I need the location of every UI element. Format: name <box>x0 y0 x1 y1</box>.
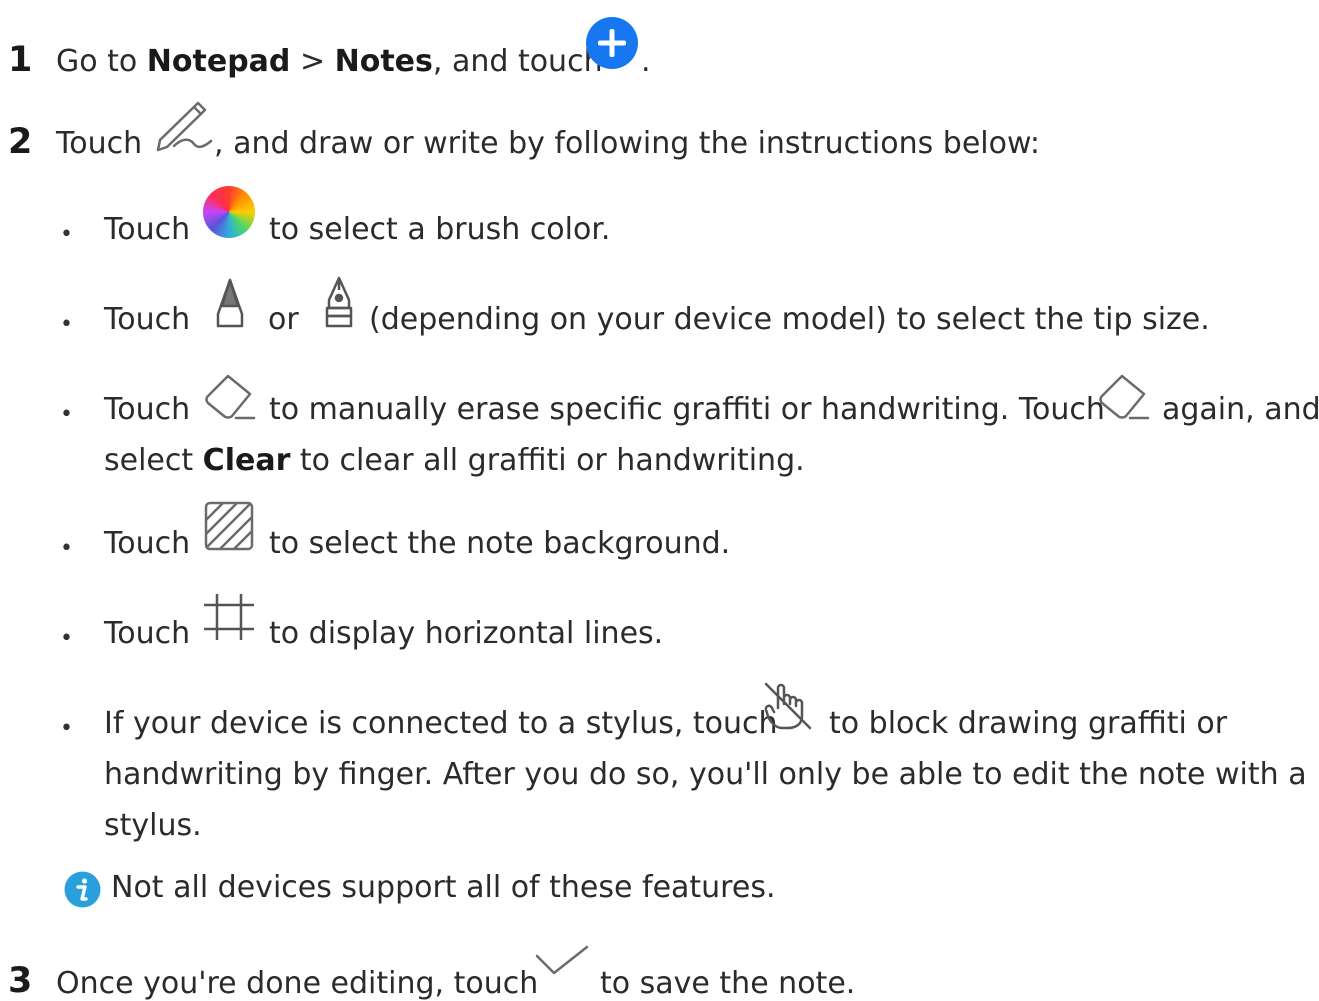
bullet-stylus-d: stylus. <box>104 808 202 843</box>
step-3-text-a: Once you're done editing, touch <box>56 966 539 1001</box>
bullet-color-a: Touch <box>104 212 191 247</box>
step-1-text: Go to Notepad > Notes, and touch <box>56 44 603 79</box>
pen-tip-icon <box>214 276 246 338</box>
bullet-eraser-d: select <box>104 443 203 478</box>
step-1-end: . <box>641 44 651 79</box>
bullet-background-a: Touch <box>104 526 191 561</box>
bullet-background-b: to select the note background. <box>269 526 731 561</box>
info-icon <box>64 871 101 916</box>
bullet-dot: • <box>60 716 73 741</box>
bullet-stylus-a: If your device is connected to a stylus,… <box>104 706 778 741</box>
bullet-tip-or: or <box>268 302 299 337</box>
step-1-text-b: , and touch <box>432 44 603 79</box>
fountain-pen-icon <box>323 274 355 338</box>
step-1-text-a: Go to <box>56 44 147 79</box>
crop-lines-icon <box>202 590 256 652</box>
step-2-text-b: , and draw or write by following the ins… <box>214 126 1040 161</box>
bullet-stylus-c: handwriting by finger. After you do so, … <box>104 757 1307 792</box>
bullet-tip-a: Touch <box>104 302 191 337</box>
bullet-dot: • <box>60 312 73 337</box>
bullet-dot: • <box>60 222 73 247</box>
checkmark-icon <box>534 944 590 986</box>
pen-icon <box>154 100 214 160</box>
bullet-eraser-b: to manually erase specific graffiti or h… <box>269 392 1105 427</box>
bullet-color-b: to select a brush color. <box>269 212 611 247</box>
eraser-icon <box>1096 372 1152 436</box>
step-2-text-a: Touch <box>56 126 143 161</box>
notepad-label: Notepad <box>146 44 291 79</box>
step-1-separator: > <box>290 44 335 79</box>
bullet-lines-a: Touch <box>104 616 191 651</box>
bullet-dot: • <box>60 536 73 561</box>
bullet-eraser-c: again, and <box>1162 392 1319 427</box>
eraser-icon <box>202 372 258 436</box>
background-pattern-icon <box>203 500 255 560</box>
notes-label: Notes <box>334 44 433 79</box>
bullet-dot: • <box>60 402 73 427</box>
finger-block-icon <box>760 678 816 742</box>
color-wheel-icon <box>203 186 255 238</box>
bullet-eraser-line-2: select Clear to clear all graffiti or ha… <box>104 443 805 478</box>
bullet-tip-b: (depending on your device model) to sele… <box>369 302 1210 337</box>
step-number-1: 1 <box>8 40 33 80</box>
bullet-stylus-b: to block drawing graffiti or <box>829 706 1228 741</box>
bullet-eraser-a: Touch <box>104 392 191 427</box>
bullet-dot: • <box>60 626 73 651</box>
step-number-2: 2 <box>8 122 33 162</box>
bullet-eraser-e: to clear all graffiti or handwriting. <box>290 443 805 478</box>
step-3-text-b: to save the note. <box>600 966 856 1001</box>
note-text: Not all devices support all of these fea… <box>111 870 776 905</box>
bullet-lines-b: to display horizontal lines. <box>269 616 664 651</box>
add-icon <box>585 16 639 78</box>
step-number-3: 3 <box>8 961 33 1001</box>
clear-label: Clear <box>202 443 291 478</box>
